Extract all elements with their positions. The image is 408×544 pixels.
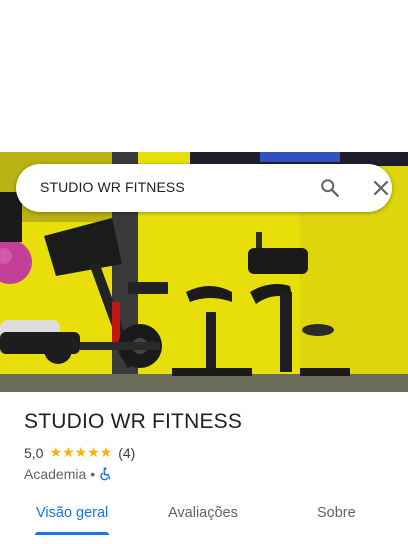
tab-about[interactable]: Sobre xyxy=(317,505,356,521)
search-icon[interactable] xyxy=(319,177,341,199)
place-title: STUDIO WR FITNESS xyxy=(24,410,243,433)
rating-value: 5,0 xyxy=(24,444,44,461)
review-count[interactable]: (4) xyxy=(118,445,135,461)
search-query[interactable]: STUDIO WR FITNESS xyxy=(40,179,185,195)
place-tabs: Visão geral Avaliações Sobre xyxy=(0,494,408,544)
tab-reviews[interactable]: Avaliações xyxy=(168,505,238,521)
close-icon[interactable] xyxy=(371,178,391,198)
category-row: Academia • xyxy=(24,466,113,482)
star-rating: ★★★★★ xyxy=(49,444,113,460)
active-tab-indicator xyxy=(35,532,109,535)
wheelchair-accessible-icon xyxy=(99,467,113,481)
search-bar[interactable]: STUDIO WR FITNESS xyxy=(16,164,392,212)
place-category: Academia xyxy=(24,466,87,482)
rating-row[interactable]: 5,0 ★★★★★ (4) xyxy=(24,444,135,461)
separator-dot: • xyxy=(90,466,96,482)
tab-overview[interactable]: Visão geral xyxy=(36,505,108,521)
